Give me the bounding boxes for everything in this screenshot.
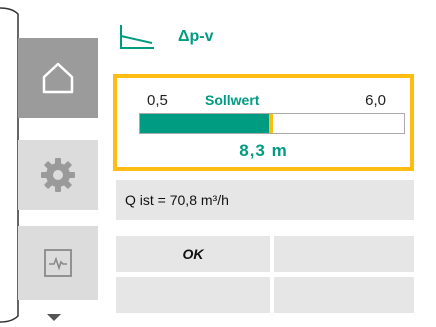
setpoint-bar-marker bbox=[269, 114, 273, 133]
gear-icon bbox=[41, 158, 75, 192]
setpoint-panel[interactable]: 0,5 Sollwert 6,0 8,3 m bbox=[113, 74, 414, 171]
sidebar-item-settings[interactable] bbox=[18, 140, 98, 210]
pump-display: Δp-v 0,5 Sollwert 6,0 8,3 m Q ist = 70,8… bbox=[0, 0, 436, 327]
setpoint-min-label: 0,5 bbox=[147, 92, 168, 109]
flow-info-row: Q ist = 70,8 m³/h bbox=[116, 180, 414, 220]
setpoint-bar-fill bbox=[140, 114, 269, 133]
sidebar-item-home[interactable] bbox=[18, 38, 98, 118]
flow-info-text: Q ist = 70,8 m³/h bbox=[125, 192, 229, 208]
ok-button-label: OK bbox=[182, 246, 204, 262]
setpoint-slider[interactable] bbox=[139, 113, 405, 134]
page-header: Δp-v bbox=[116, 14, 416, 60]
sidebar-item-diagnostics[interactable] bbox=[18, 226, 98, 300]
sidebar bbox=[0, 0, 98, 327]
home-icon bbox=[42, 62, 74, 94]
setpoint-max-label: 6,0 bbox=[365, 92, 386, 109]
pulse-monitor-icon bbox=[44, 249, 72, 277]
softkey-empty-1 bbox=[274, 236, 414, 272]
softkey-empty-3 bbox=[274, 277, 414, 313]
scroll-down-button[interactable] bbox=[42, 312, 66, 324]
setpoint-value: 8,3 m bbox=[239, 141, 288, 160]
softkey-empty-2 bbox=[116, 277, 270, 313]
ok-button[interactable]: OK bbox=[116, 236, 270, 272]
setpoint-label: Sollwert bbox=[205, 92, 260, 108]
control-curve-icon bbox=[120, 25, 154, 49]
chevron-down-icon bbox=[47, 314, 61, 321]
page-title: Δp-v bbox=[178, 28, 214, 45]
